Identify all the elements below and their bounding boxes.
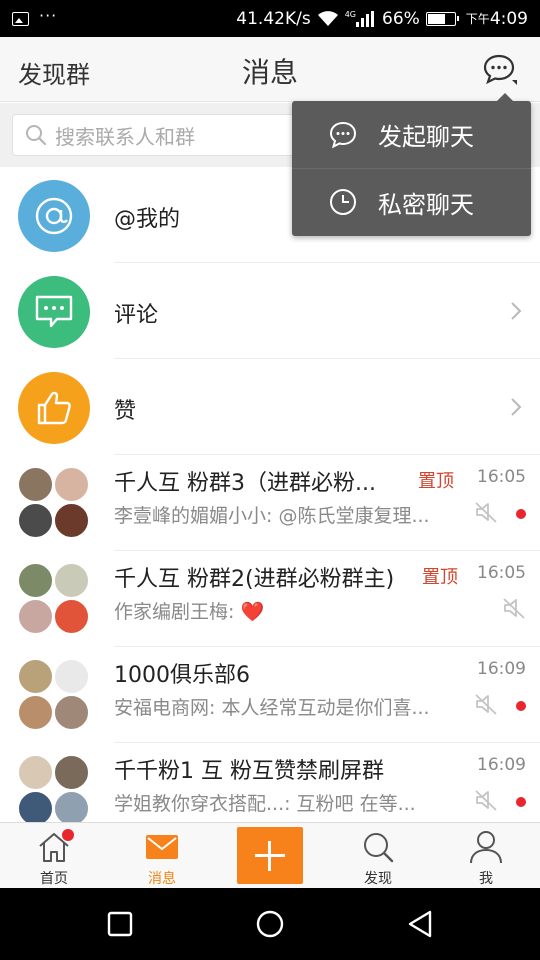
group-chat-row[interactable]: 1000俱乐部6 16:09 安福电商网: 本人经常互动是你们喜... (0, 647, 540, 743)
mute-icon (503, 598, 525, 619)
system-nav-bar (0, 888, 540, 960)
message-time: 16:09 (477, 755, 526, 775)
profile-icon (470, 831, 502, 864)
notification-badge (62, 829, 74, 841)
thumbs-up-icon (18, 372, 90, 444)
more-notifications-icon: ··· (39, 5, 58, 25)
at-icon (18, 180, 90, 252)
battery-percent: 66% (382, 8, 420, 29)
battery-icon (425, 11, 459, 26)
message-preview: 作家编剧王梅: ❤️ (114, 601, 265, 623)
group-avatar-collage (18, 659, 90, 731)
unread-dot (516, 797, 526, 807)
page-title: 消息 (241, 56, 298, 89)
network-type-label: 4G (344, 10, 356, 19)
status-bar: ··· 41.42K/s 4G 66% 下午 4:09 (0, 0, 540, 37)
list-item-label: 赞 (114, 399, 137, 424)
chat-bubble-icon (329, 121, 357, 148)
tab-label: 消息 (148, 871, 176, 887)
mail-icon (146, 835, 178, 859)
search-icon (26, 125, 47, 146)
signal-icon (356, 10, 374, 27)
message-time: 16:05 (477, 467, 526, 487)
message-preview: 李壹峰的媚媚小小: @陈氏堂康复理... (114, 505, 430, 527)
group-chat-row[interactable]: 千人互 粉群3（进群必粉... 置顶 16:05 李壹峰的媚媚小小: @陈氏堂康… (0, 455, 540, 551)
home-button-icon[interactable] (254, 908, 286, 940)
group-avatar-collage (18, 563, 90, 635)
menu-item-label: 私密聊天 (378, 190, 474, 219)
group-avatar-collage (18, 755, 90, 827)
mute-icon (475, 694, 497, 715)
app-header: 发现群 消息 (0, 37, 540, 102)
bottom-tab-bar: 首页 消息 发现 我 (0, 822, 540, 888)
plus-button[interactable] (237, 827, 303, 884)
message-list: @我的 评论 赞 千人互 粉群3（进群必粉... 置顶 16:05 李壹峰的媚媚… (0, 167, 540, 839)
unread-dot (516, 701, 526, 711)
tab-label: 发现 (364, 871, 392, 887)
list-item-label: @我的 (114, 207, 181, 232)
message-time: 16:09 (477, 659, 526, 679)
wifi-icon (317, 10, 338, 26)
chevron-right-icon (511, 302, 522, 320)
list-item-label: 评论 (114, 303, 159, 328)
tab-discover[interactable]: 发现 (324, 823, 432, 889)
chevron-right-icon (511, 398, 522, 416)
pinned-badge: 置顶 (418, 471, 454, 492)
unread-dot (516, 509, 526, 519)
clock-icon (330, 189, 356, 215)
list-item-comments[interactable]: 评论 (0, 263, 540, 359)
message-time: 16:05 (477, 563, 526, 583)
search-placeholder: 搜索联系人和群 (55, 124, 195, 149)
message-preview: 安福电商网: 本人经常互动是你们喜... (114, 697, 430, 719)
tab-home[interactable]: 首页 (0, 823, 108, 889)
menu-item-label: 发起聊天 (378, 123, 474, 151)
group-chat-row[interactable]: 千人互 粉群2(进群必粉群主) 置顶 16:05 作家编剧王梅: ❤️ (0, 551, 540, 647)
mute-icon (475, 502, 497, 523)
comment-icon (18, 276, 90, 348)
tab-profile[interactable]: 我 (432, 823, 540, 889)
group-title: 千千粉1 互 粉互赞禁刷屏群 (114, 759, 384, 784)
new-chat-popup-menu: 发起聊天 私密聊天 (292, 93, 531, 236)
group-title: 千人互 粉群2(进群必粉群主) (114, 567, 395, 592)
tab-label: 首页 (40, 871, 68, 887)
message-preview: 学姐教你穿衣搭配...: 互粉吧 在等... (114, 793, 416, 815)
new-chat-menu-icon[interactable] (482, 53, 520, 87)
pinned-badge: 置顶 (422, 567, 458, 588)
image-notification-icon (12, 11, 29, 26)
group-title: 千人互 粉群3（进群必粉... (114, 471, 376, 496)
private-chat-menu-item[interactable]: 私密聊天 (292, 168, 531, 235)
search-icon (364, 833, 394, 863)
start-chat-menu-item[interactable]: 发起聊天 (292, 101, 531, 168)
network-speed: 41.42K/s (236, 8, 311, 29)
tab-messages[interactable]: 消息 (108, 823, 216, 889)
group-title: 1000俱乐部6 (114, 663, 250, 688)
recent-apps-icon[interactable] (104, 908, 136, 940)
time-prefix: 下午 (465, 12, 490, 26)
group-avatar-collage (18, 467, 90, 539)
tab-label: 我 (479, 871, 493, 887)
list-item-likes[interactable]: 赞 (0, 359, 540, 455)
back-icon[interactable] (404, 908, 436, 940)
clock-time: 4:09 (489, 8, 528, 29)
mute-icon (475, 790, 497, 811)
